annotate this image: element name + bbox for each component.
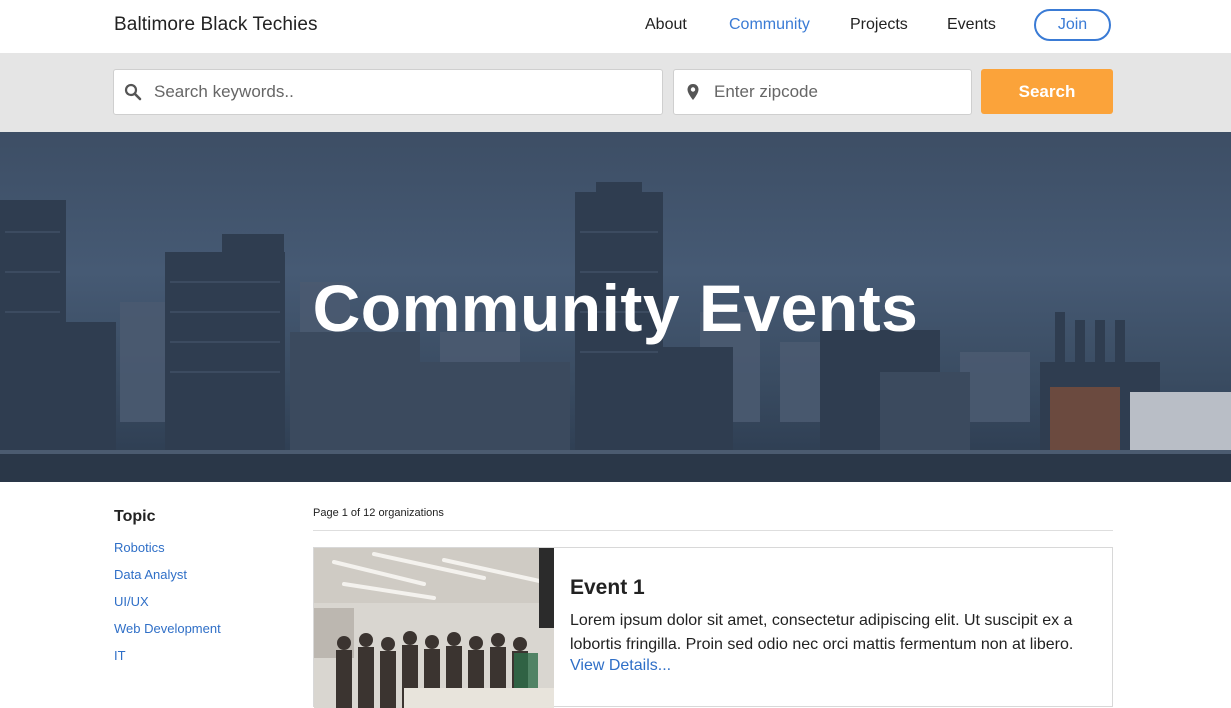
join-button[interactable]: Join: [1034, 9, 1111, 41]
search-icon: [124, 83, 142, 101]
pagination-info: Page 1 of 12 organizations: [313, 507, 444, 519]
nav-about[interactable]: About: [645, 16, 687, 34]
view-details-link[interactable]: View Details...: [570, 657, 671, 675]
topic-link-web-development[interactable]: Web Development: [114, 621, 221, 636]
brand-name[interactable]: Baltimore Black Techies: [114, 14, 318, 36]
zipcode-input[interactable]: [714, 70, 964, 114]
zipcode-field[interactable]: [673, 69, 972, 115]
event-card[interactable]: Event 1 Lorem ipsum dolor sit amet, cons…: [313, 547, 1113, 708]
map-pin-icon: [684, 83, 702, 101]
results-divider: [313, 530, 1113, 531]
nav-projects[interactable]: Projects: [850, 16, 908, 34]
keywords-field[interactable]: [113, 69, 663, 115]
topic-link-it[interactable]: IT: [114, 648, 126, 663]
event-photo: [314, 548, 554, 708]
topic-sidebar: Topic Robotics Data Analyst UI/UX Web De…: [114, 508, 294, 663]
search-bar: Search: [0, 53, 1231, 132]
topic-heading: Topic: [114, 508, 156, 525]
hero-banner: Community Events: [0, 132, 1231, 482]
hero-title: Community Events: [312, 271, 919, 345]
top-navbar: Baltimore Black Techies About Community …: [0, 0, 1231, 53]
topic-link-ui-ux[interactable]: UI/UX: [114, 594, 149, 609]
topic-link-data-analyst[interactable]: Data Analyst: [114, 567, 187, 582]
nav-community[interactable]: Community: [729, 16, 810, 34]
search-button[interactable]: Search: [981, 69, 1113, 114]
keywords-input[interactable]: [154, 70, 654, 114]
nav-events[interactable]: Events: [947, 16, 996, 34]
event-description: Lorem ipsum dolor sit amet, consectetur …: [570, 612, 1074, 653]
topic-link-robotics[interactable]: Robotics: [114, 540, 165, 555]
event-title: Event 1: [570, 576, 645, 599]
